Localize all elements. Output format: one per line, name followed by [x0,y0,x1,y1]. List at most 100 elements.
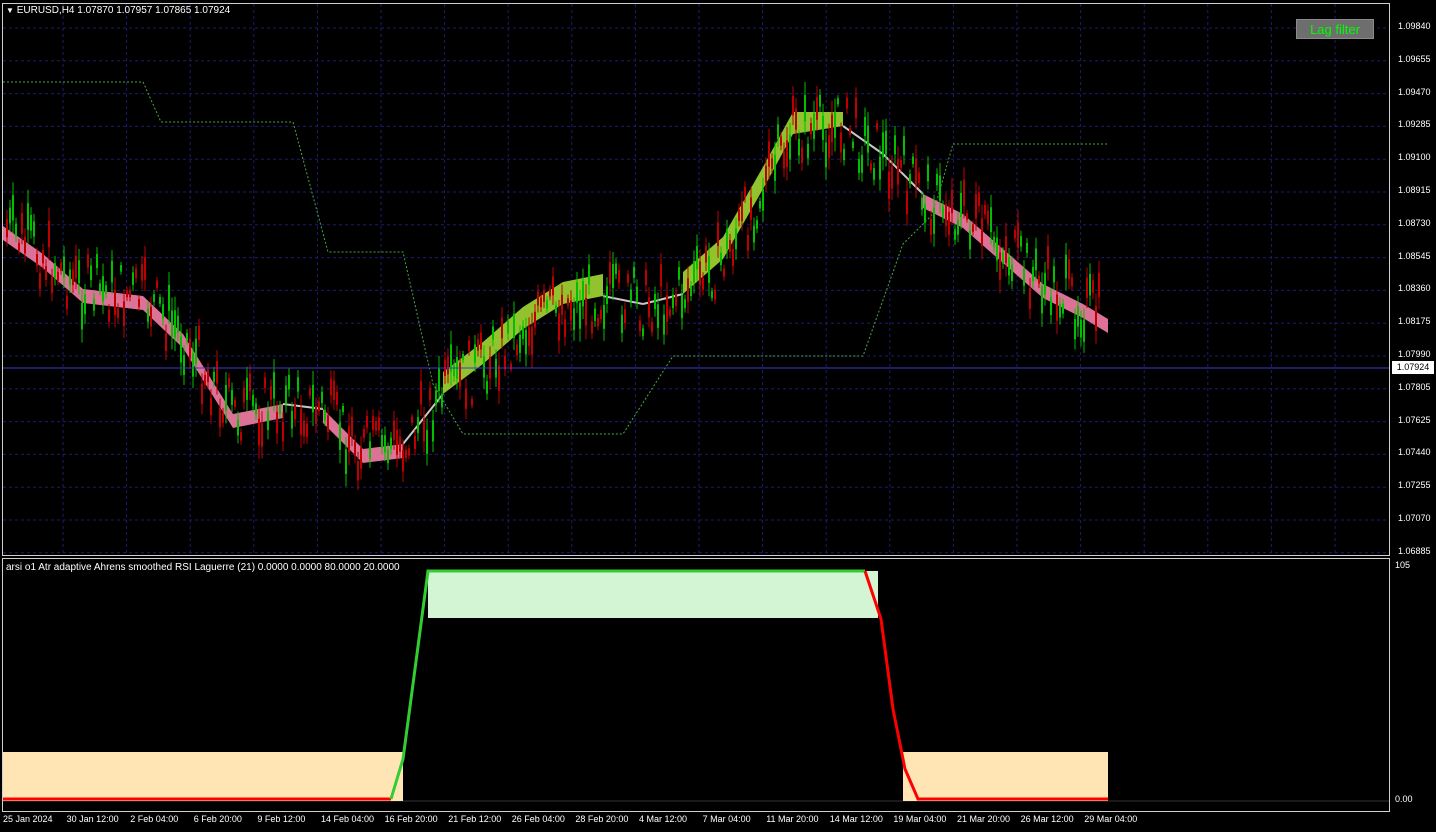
candle-body [813,113,815,139]
candle-body [717,222,719,246]
candle-body [1077,306,1079,327]
candle-body [228,377,230,388]
candle-body [1071,277,1073,287]
candle-body [930,218,932,235]
candle-body [528,326,530,346]
candle-body [36,254,38,267]
price-axis: 1.09840 1.09655 1.09470 1.09285 1.09100 1.089… [1390,0,1436,560]
candle-body [453,364,455,377]
indicator-chart[interactable] [2,558,1390,812]
price-tick-label: 1.09100 [1398,152,1431,163]
candle-body [882,132,884,158]
candle-body [534,311,536,328]
candle-body [33,221,35,237]
price-tick-label: 1.09840 [1398,21,1431,31]
candle-body [870,163,872,170]
candle-body [993,236,995,248]
symbol-info-text: EURUSD,H4 1.07870 1.07957 1.07865 1.0792… [16,5,231,16]
candle-body [900,159,902,168]
candle-body [108,309,110,322]
candle-body [792,95,794,116]
candle-body [42,250,44,264]
candle-body [858,158,860,173]
candle-body [1011,264,1013,281]
candle-body [186,332,188,341]
candle-body [345,449,347,475]
candle-body [675,293,677,307]
price-tick-label: 1.07070 [1398,513,1431,523]
candle-body [282,421,284,442]
price-tick-label: 1.07255 [1398,480,1431,491]
candle-body [741,201,743,221]
candle-body [330,378,332,396]
candle-body [348,426,350,453]
candle-body [630,289,632,302]
candle-body [582,281,584,307]
candle-body [165,333,167,352]
price-tick-label: 1.08175 [1398,316,1431,327]
candle-body [354,441,356,456]
candle-body [141,264,143,281]
candle-body [246,377,248,400]
candle-body [270,386,272,400]
candle-body [192,353,194,377]
candle-body [252,395,254,407]
candle-body [1092,280,1094,293]
candle-body [915,158,917,185]
candle-body [417,417,419,433]
candle-body [1026,242,1028,253]
candle-body [78,260,80,284]
candle-body [288,374,290,390]
candle-body [162,304,164,319]
candle-body [1005,236,1007,264]
dropdown-arrow-icon[interactable]: ▼ [6,6,14,15]
candle-body [48,220,50,248]
candle-body [84,294,86,315]
candle-body [138,299,140,307]
candle-body [201,383,203,405]
candle-body [663,314,665,335]
candle-body [978,192,980,206]
candle-body [564,319,566,338]
candle-body [618,269,620,283]
candle-body [429,387,431,401]
candle-body [498,365,500,391]
candle-body [321,391,323,404]
candle-body [1086,277,1088,298]
candle-body [363,429,365,438]
candle-body [948,211,950,235]
candle-body [615,263,617,275]
candle-body [903,136,905,156]
candle-body [12,195,14,221]
candle-body [426,430,428,454]
candle-body [684,299,686,309]
candle-body [303,420,305,437]
price-tick-label: 1.08545 [1398,250,1431,261]
price-tick-label: 1.08360 [1398,283,1431,294]
candle-body [588,264,590,285]
candle-body [369,441,371,459]
lag-filter-button[interactable]: Lag filter [1296,19,1374,39]
candle-body [393,420,395,441]
candle-body [312,384,314,413]
candle-body [600,309,602,319]
candle-body [366,416,368,428]
candle-body [525,329,527,355]
candle-body [300,408,302,435]
current-price-tag: 1.07924 [1392,361,1434,374]
candle-body [906,190,908,215]
candle-body [960,192,962,218]
candle-body [264,377,266,389]
indicator-axis-bottom: 0.00 [1395,794,1413,804]
candle-body [942,206,944,218]
candle-body [876,122,878,130]
candle-body [594,308,596,321]
candle-body [114,289,116,315]
candle-body [822,115,824,140]
candle-body [153,294,155,302]
candle-body [480,332,482,350]
symbol-info: ▼ EURUSD,H4 1.07870 1.07957 1.07865 1.07… [6,5,230,16]
candle-body [984,204,986,215]
main-chart[interactable] [2,3,1390,556]
candle-body [291,410,293,429]
